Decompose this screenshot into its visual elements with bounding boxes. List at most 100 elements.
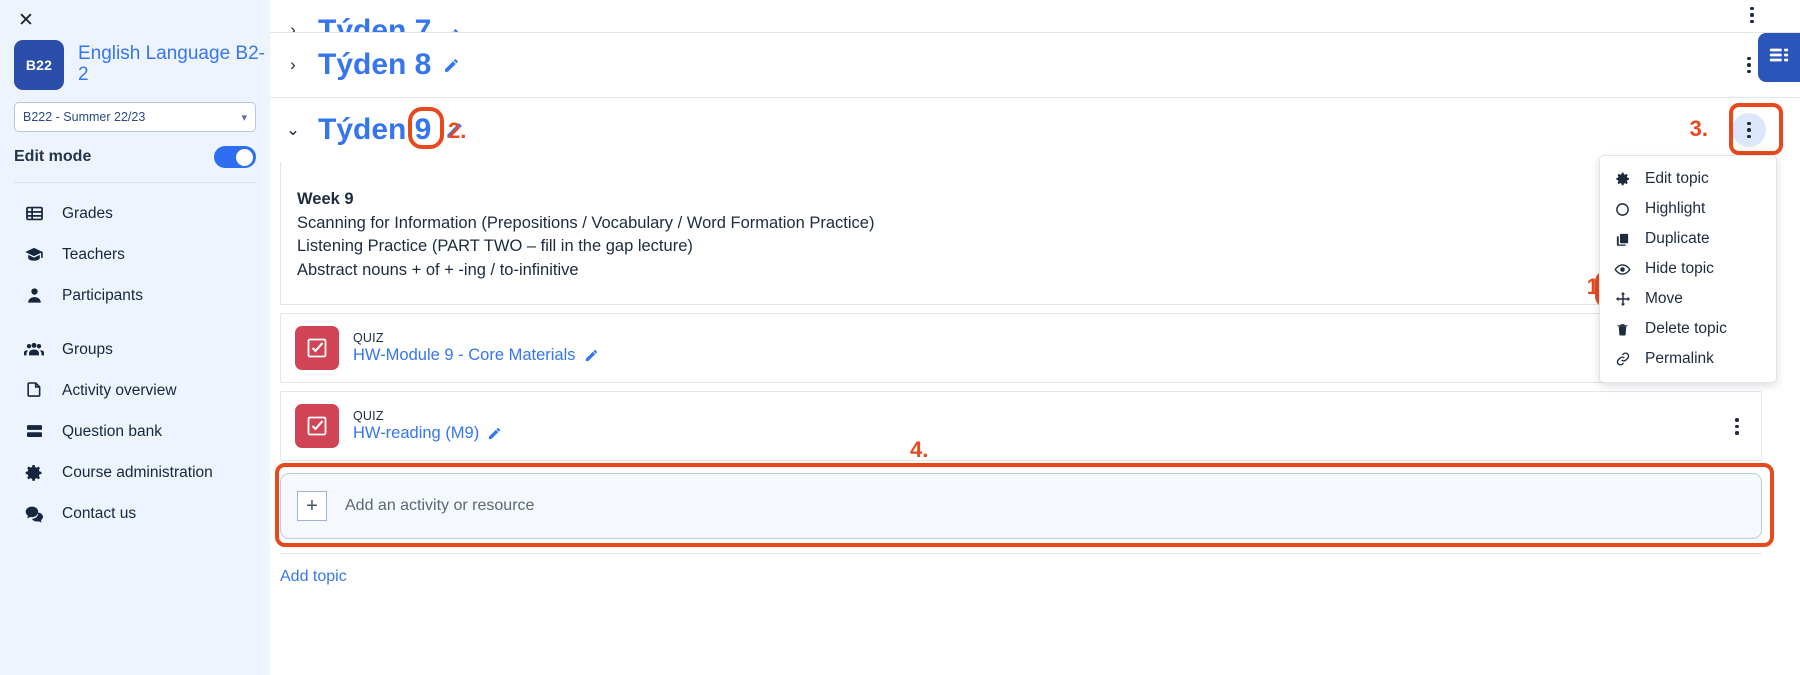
course-main-content: › Týden 7 › Týden 8 ⌄ Týden 9 2. 3. Week…	[270, 0, 1800, 675]
person-icon	[24, 286, 44, 306]
summary-line: Scanning for Information (Prepositions /…	[297, 213, 875, 232]
menu-item-label: Duplicate	[1645, 230, 1710, 247]
course-title[interactable]: English Language B2-2	[78, 43, 270, 86]
course-index-sidebar: ✕ B22 English Language B2-2 B222 - Summe…	[0, 0, 270, 675]
activity-link[interactable]: HW-reading (M9)	[353, 424, 502, 443]
close-icon[interactable]: ✕	[10, 4, 42, 36]
section-actions-dropdown: Edit topic Highlight Duplicate Hide topi…	[1599, 155, 1777, 383]
pdf-document-icon	[24, 381, 44, 401]
block-drawer-icon	[1768, 44, 1790, 71]
section-menu-button-active[interactable]	[1732, 113, 1766, 147]
sidebar-item-groups[interactable]: Groups	[0, 329, 270, 370]
sidebar-item-label: Question bank	[62, 422, 162, 440]
edit-mode-toggle[interactable]	[214, 146, 256, 168]
add-activity-button[interactable]: + Add an activity or resource	[280, 473, 1762, 540]
section-title[interactable]: Týden 9	[318, 115, 431, 145]
menu-item-duplicate[interactable]: Duplicate	[1600, 224, 1776, 254]
activity-menu-button[interactable]	[1723, 412, 1751, 440]
summary-line: Abstract nouns + of + -ing / to-infiniti…	[297, 260, 579, 279]
menu-item-highlight[interactable]: Highlight	[1600, 194, 1776, 224]
term-select-value: B222 - Summer 22/23	[23, 110, 146, 124]
activity-card[interactable]: QUIZ HW-Module 9 - Core Materials	[280, 313, 1762, 384]
sidebar-item-contact-us[interactable]: Contact us	[0, 493, 270, 534]
circle-icon	[1614, 201, 1631, 218]
block-drawer-toggle[interactable]	[1758, 33, 1800, 82]
sidebar-item-label: Activity overview	[62, 381, 177, 399]
chevron-right-icon[interactable]: ›	[280, 17, 306, 32]
course-badge: B22	[14, 40, 64, 90]
sidebar-item-grades[interactable]: Grades	[0, 193, 270, 234]
menu-item-edit-topic[interactable]: Edit topic	[1600, 164, 1776, 194]
sidebar-item-activity-overview[interactable]: Activity overview	[0, 370, 270, 411]
gear-icon	[1614, 171, 1631, 188]
menu-item-hide-topic[interactable]: Hide topic	[1600, 254, 1776, 284]
people-group-icon	[24, 340, 44, 360]
add-activity-label: Add an activity or resource	[345, 497, 535, 515]
sidebar-divider	[14, 182, 256, 183]
annotation-step-4: 4.	[910, 437, 929, 462]
section-menu-button[interactable]	[1738, 4, 1766, 26]
move-arrows-icon	[1614, 291, 1631, 308]
graduation-cap-icon	[24, 245, 44, 265]
summary-heading: Week 9	[297, 190, 354, 208]
menu-item-move[interactable]: Move	[1600, 284, 1776, 314]
trash-icon	[1614, 321, 1631, 338]
gear-icon	[24, 463, 44, 483]
question-bank-icon	[24, 422, 44, 442]
link-icon	[1614, 351, 1631, 368]
activity-card[interactable]: QUIZ HW-reading (M9)	[280, 391, 1762, 462]
sidebar-item-teachers[interactable]: Teachers	[0, 234, 270, 275]
section-tyden-7: › Týden 7	[270, 0, 1800, 32]
edit-mode-row: Edit mode	[14, 146, 256, 168]
quiz-checkbox-icon	[295, 404, 339, 449]
chevron-right-icon[interactable]: ›	[280, 52, 306, 78]
menu-item-label: Move	[1645, 290, 1683, 307]
quiz-checkbox-icon	[295, 326, 339, 371]
activity-name: HW-reading (M9)	[353, 424, 480, 443]
menu-item-label: Edit topic	[1645, 170, 1709, 187]
add-topic-link[interactable]: Add topic	[280, 568, 347, 586]
annotation-step-2: 2.	[448, 118, 467, 143]
add-topic-wrapper: Add topic	[280, 553, 1762, 586]
duplicate-icon	[1614, 231, 1631, 248]
sidebar-nav-gap	[0, 316, 270, 329]
sidebar-item-participants[interactable]: Participants	[0, 275, 270, 316]
chevron-down-icon: ▾	[241, 111, 247, 124]
kebab-dots-icon	[1747, 56, 1751, 74]
activity-type: QUIZ	[353, 409, 384, 424]
term-select[interactable]: B222 - Summer 22/23 ▾	[14, 102, 256, 132]
sidebar-item-label: Course administration	[62, 463, 213, 481]
chevron-down-icon[interactable]: ⌄	[280, 117, 306, 143]
section-summary: Week 9 Scanning for Information (Preposi…	[280, 162, 1762, 306]
sidebar-item-label: Participants	[62, 286, 143, 304]
edit-mode-label: Edit mode	[14, 148, 92, 165]
menu-item-label: Highlight	[1645, 200, 1706, 217]
chat-bubbles-icon	[24, 504, 44, 524]
toggle-knob	[236, 148, 253, 166]
kebab-dots-icon	[1735, 418, 1739, 435]
activity-type: QUIZ	[353, 331, 384, 346]
section-tyden-8: › Týden 8	[270, 32, 1800, 97]
moodle-course-page: ✕ B22 English Language B2-2 B222 - Summe…	[0, 0, 1800, 675]
section-title[interactable]: Týden 8	[318, 50, 431, 80]
kebab-dots-icon	[1747, 121, 1751, 139]
plus-icon: +	[297, 491, 327, 522]
pencil-icon[interactable]	[443, 57, 460, 74]
sidebar-item-label: Contact us	[62, 504, 137, 522]
sidebar-item-label: Teachers	[62, 245, 125, 263]
activity-name: HW-Module 9 - Core Materials	[353, 346, 576, 365]
section-title[interactable]: Týden 7	[318, 16, 431, 33]
pencil-icon[interactable]	[584, 348, 599, 363]
section-tyden-9: ⌄ Týden 9 2. 3.	[270, 97, 1800, 162]
annotation-step-3: 3.	[1689, 116, 1708, 141]
add-activity-wrapper: + Add an activity or resource	[280, 473, 1762, 540]
sidebar-item-course-administration[interactable]: Course administration	[0, 452, 270, 493]
grades-table-icon	[24, 204, 44, 224]
sidebar-item-question-bank[interactable]: Question bank	[0, 411, 270, 452]
eye-icon	[1614, 261, 1631, 278]
sidebar-item-label: Groups	[62, 340, 113, 358]
menu-item-delete-topic[interactable]: Delete topic	[1600, 314, 1776, 344]
pencil-icon[interactable]	[487, 426, 502, 441]
activity-link[interactable]: HW-Module 9 - Core Materials	[353, 346, 599, 365]
menu-item-permalink[interactable]: Permalink	[1600, 344, 1776, 374]
